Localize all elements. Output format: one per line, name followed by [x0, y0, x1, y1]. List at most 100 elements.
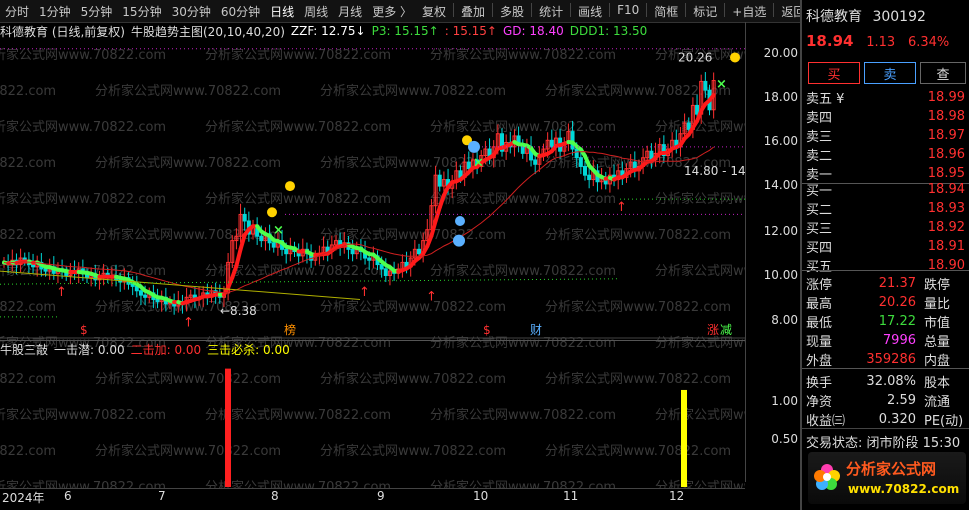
date-tick: 8 [271, 489, 279, 503]
quote-value: 20.26 [878, 295, 916, 310]
multi-stock-button[interactable]: 多股 [495, 3, 529, 20]
quote-label-secondary: 股本 [924, 376, 951, 391]
sell-button[interactable]: 卖 [864, 62, 916, 84]
candle-body [43, 268, 48, 272]
overlay-button[interactable]: 叠加 [456, 3, 490, 20]
orderbook-divider [802, 270, 969, 271]
panel-divider [802, 428, 969, 429]
date-tick: 6 [64, 489, 72, 503]
candle-body [143, 294, 148, 298]
quote-value: 32.08% [866, 374, 916, 389]
bid-row: 买三 18.92 [802, 218, 969, 237]
quote-value: 2.59 [887, 393, 916, 408]
candle-body [549, 139, 554, 148]
quote-label-secondary: 内盘 [924, 354, 951, 369]
candle-body [574, 148, 579, 159]
quote-value: 21.37 [878, 276, 916, 291]
candle-body [533, 159, 538, 165]
tab-intraday[interactable]: 分时 [0, 3, 34, 20]
candle-body [259, 235, 264, 242]
quote-value: 18.97 [927, 128, 965, 143]
quote-value: 18.93 [927, 201, 965, 216]
tab-60min[interactable]: 60分钟 [216, 3, 265, 20]
candle-body [155, 298, 160, 303]
y-tick-sub: 0.50 [771, 432, 798, 446]
stats-button[interactable]: 统计 [534, 3, 568, 20]
indicator-info-line: 科德教育 (日线,前复权) 牛股趋势主图(20,10,40,20) ZZF: 1… [0, 22, 800, 40]
query-button[interactable]: 查 [920, 62, 966, 84]
quote-label: 买二 [806, 203, 833, 218]
tab-monthly[interactable]: 月线 [333, 3, 367, 20]
y-tick: 20.00 [763, 46, 798, 60]
strike-three-value: 三击必杀: 0.00 [207, 342, 290, 357]
candle-body [417, 248, 421, 255]
p3-colon-value: : 15.15↑ [444, 24, 497, 38]
flower-logo-icon [814, 464, 840, 490]
quote-label: 卖二 [806, 149, 833, 164]
price-change-pct: 6.34% [907, 35, 950, 50]
f10-button[interactable]: F10 [612, 3, 644, 20]
quote-panel: 科德教育 300192 18.94 1.13 6.34% 买 卖 查 卖五 ¥ 1… [800, 0, 969, 510]
toolbar-divider [646, 2, 648, 17]
ask-row: 卖三 18.97 [802, 126, 969, 145]
toolbar-divider [724, 2, 726, 17]
adjust-button[interactable]: 复权 [417, 3, 451, 20]
tag-dollar: $ [483, 323, 491, 337]
finance-row: 换手 32.08% 股本 [802, 372, 969, 391]
quote-label: 买三 [806, 222, 833, 237]
sub-indicator-bar [681, 389, 687, 487]
add-watchlist-button[interactable]: +自选 [727, 3, 771, 20]
stat-row: 现量 7996 总量 [802, 331, 969, 350]
quote-label: 换手 [806, 376, 833, 391]
date-axis: 2024年 6 7 8 9 10 11 12 [0, 488, 745, 509]
price-change: 1.13 [866, 35, 896, 50]
ma30-line [3, 146, 715, 294]
tab-30min[interactable]: 30分钟 [167, 3, 216, 20]
quote-label-secondary: 市值 [924, 316, 951, 331]
quote-label: 买一 [806, 184, 833, 199]
support-line [0, 270, 361, 300]
tab-daily[interactable]: 日线 [265, 3, 299, 20]
zzf-value: ZZF: 12.75↓ [290, 24, 366, 38]
trend-line-segment [234, 247, 243, 268]
candle-body [284, 248, 289, 255]
strike-two-value: 二击加: 0.00 [130, 342, 202, 357]
tab-1min[interactable]: 1分钟 [34, 3, 76, 20]
period-toolbar: 分时 1分钟 5分钟 15分钟 30分钟 60分钟 日线 周线 月线 更多 〉 … [0, 0, 805, 23]
logo-url: www.70822.com [848, 482, 960, 496]
ask-row: 卖四 18.98 [802, 107, 969, 126]
quote-label: 卖三 [806, 130, 833, 145]
simple-frame-button[interactable]: 简框 [649, 3, 683, 20]
mark-button[interactable]: 标记 [688, 3, 722, 20]
buy-button[interactable]: 买 [808, 62, 860, 84]
tab-15min[interactable]: 15分钟 [117, 3, 166, 20]
toolbar-divider [492, 2, 494, 17]
logo-title: 分析家公式网 [846, 460, 937, 478]
quote-value: 18.99 [927, 90, 965, 105]
tab-5min[interactable]: 5分钟 [76, 3, 118, 20]
stock-name: 科德教育 [806, 9, 862, 25]
tab-more[interactable]: 更多 〉 [367, 3, 417, 20]
tab-weekly[interactable]: 周线 [299, 3, 333, 20]
candle-body [570, 131, 575, 150]
quote-label: 现量 [806, 335, 833, 350]
draw-line-button[interactable]: 画线 [573, 3, 607, 20]
date-tick: 9 [377, 489, 385, 503]
indicator-name[interactable]: 牛股趋势主图(20,10,40,20) [131, 23, 285, 40]
toolbar-divider [773, 2, 775, 17]
quote-label: 卖五 ¥ [806, 92, 845, 107]
kline-chart[interactable]: ↑ ↑ ↑ ↑ ↑ × × × 20.26 ←8.38 14.80 - 14.8 榜 $ $ 财 涨减 [0, 40, 745, 488]
bid-row: 买五 18.90 [802, 256, 969, 275]
quote-value: 18.95 [927, 166, 965, 181]
tag-zhang: 涨 [707, 322, 719, 337]
strike-one-value: 一击潜: 0.00 [54, 342, 125, 357]
stock-code: 300192 [872, 9, 926, 25]
signal-dot [455, 215, 465, 226]
candle-body [367, 257, 372, 261]
range-label: 14.80 - 14.8 [684, 164, 745, 178]
site-logo: 分析家公式网 www.70822.com [808, 452, 966, 504]
candle-body [703, 80, 708, 91]
sub-indicator-name[interactable]: 牛股三敲 [0, 341, 48, 358]
price-axis: 20.00 18.00 16.00 14.00 12.00 10.00 8.00… [745, 22, 801, 482]
trend-line-segment [429, 218, 438, 238]
